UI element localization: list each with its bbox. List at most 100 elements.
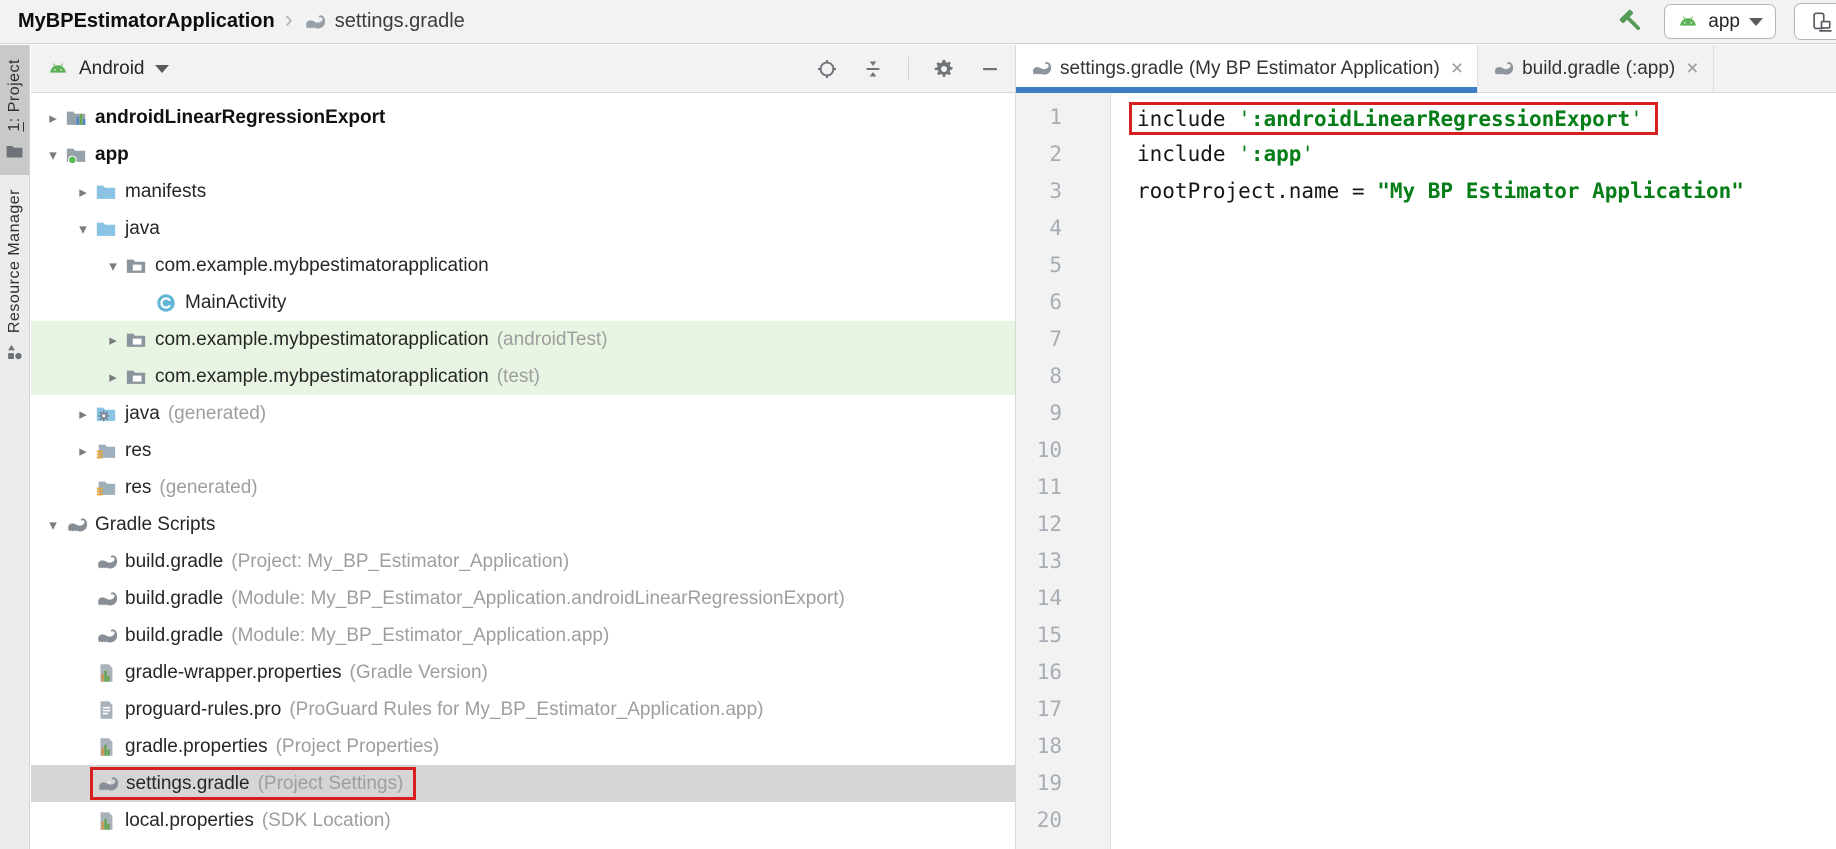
tree-row[interactable]: ▾ app	[31, 136, 1015, 173]
tree-collapsed-arrow-icon[interactable]: ▸	[71, 442, 95, 460]
tree-row[interactable]: ▾ java	[31, 210, 1015, 247]
code-line[interactable]: include ':androidLinearRegressionExport'	[1111, 99, 1836, 136]
tree-expanded-arrow-icon[interactable]: ▾	[41, 516, 65, 534]
tree-row[interactable]: build.gradle (Module: My_BP_Estimator_App…	[31, 580, 1015, 617]
run-configuration-selector[interactable]: app	[1664, 4, 1776, 39]
tree-item-annotation: (generated)	[167, 402, 267, 424]
tree-item-annotation: (SDK Location)	[261, 809, 391, 831]
tree-row[interactable]: MainActivity	[31, 284, 1015, 321]
code-segment: rootProject.name =	[1137, 179, 1378, 203]
tree-row[interactable]: ▾ com.example.mybpestimatorapplication	[31, 247, 1015, 284]
properties-file-icon	[95, 662, 117, 684]
line-number: 3	[1049, 179, 1062, 203]
code-area[interactable]: include ':androidLinearRegressionExport'…	[1111, 93, 1836, 849]
breadcrumb-file[interactable]: settings.gradle	[335, 10, 465, 33]
text-file-icon	[95, 699, 117, 721]
tree-row[interactable]: res (generated)	[31, 469, 1015, 506]
tree-expanded-arrow-icon[interactable]: ▾	[101, 257, 125, 275]
tree-expanded-arrow-icon[interactable]: ▾	[41, 146, 65, 164]
tool-window-project[interactable]: 1: Project	[0, 45, 29, 175]
highlight-box: include ':androidLinearRegressionExport'	[1129, 101, 1658, 135]
tree-row[interactable]: ▸ com.example.mybpestimatorapplication (te…	[31, 358, 1015, 395]
tree-row-content: local.properties (SDK Location)	[95, 804, 391, 837]
code-line[interactable]	[1111, 765, 1836, 802]
project-panel: Android ▸ androidLinearRegressionExport ▾ a…	[31, 45, 1015, 849]
tree-row-content: androidLinearRegressionExport	[65, 101, 385, 134]
collapse-all-icon[interactable]	[862, 58, 884, 80]
breadcrumb: MyBPEstimatorApplication › settings.grad…	[18, 8, 465, 33]
tree-expanded-arrow-icon[interactable]: ▾	[71, 220, 95, 238]
tree-item-label: MainActivity	[185, 291, 287, 313]
editor-tab[interactable]: build.gradle (:app) ×	[1478, 45, 1714, 92]
tree-row[interactable]: gradle-wrapper.properties (Gradle Version…	[31, 654, 1015, 691]
code-line[interactable]: rootProject.name = "My BP Estimator Appl…	[1111, 173, 1836, 210]
tree-row[interactable]: build.gradle (Module: My_BP_Estimator_App…	[31, 617, 1015, 654]
code-line[interactable]	[1111, 728, 1836, 765]
tree-row[interactable]: ▸ androidLinearRegressionExport	[31, 99, 1015, 136]
tree-row[interactable]: ▸ manifests	[31, 173, 1015, 210]
tree-item-annotation: (Project Settings)	[257, 772, 404, 794]
res-folder-icon	[95, 477, 117, 499]
tree-row[interactable]: proguard-rules.pro (ProGuard Rules for My…	[31, 691, 1015, 728]
hide-panel-icon[interactable]	[979, 58, 1001, 80]
code-line[interactable]	[1111, 469, 1836, 506]
code-line[interactable]	[1111, 691, 1836, 728]
tree-item-label: proguard-rules.pro	[125, 698, 282, 720]
tool-window-resource-manager[interactable]: Resource Manager	[0, 175, 29, 376]
tree-collapsed-arrow-icon[interactable]: ▸	[71, 183, 95, 201]
tree-row[interactable]: ▸ java (generated)	[31, 395, 1015, 432]
code-line[interactable]	[1111, 506, 1836, 543]
gradle-icon	[303, 11, 325, 33]
editor-tab[interactable]: settings.gradle (My BP Estimator Applica…	[1016, 45, 1479, 93]
project-tree: ▸ androidLinearRegressionExport ▾ app ▸ manif…	[31, 93, 1015, 849]
code-line[interactable]	[1111, 580, 1836, 617]
line-number: 12	[1036, 512, 1062, 536]
tree-collapsed-arrow-icon[interactable]: ▸	[41, 109, 65, 127]
tree-row[interactable]: ▸ res	[31, 432, 1015, 469]
line-number: 10	[1036, 438, 1062, 462]
folder-icon	[5, 142, 24, 161]
line-number: 7	[1049, 327, 1062, 351]
tab-close-icon[interactable]: ×	[1686, 57, 1698, 81]
folder-icon	[95, 218, 117, 240]
code-line[interactable]	[1111, 247, 1836, 284]
tree-row[interactable]: gradle.properties (Project Properties)	[31, 728, 1015, 765]
project-view-selector[interactable]: Android	[47, 58, 169, 80]
tree-collapsed-arrow-icon[interactable]: ▸	[101, 331, 125, 349]
code-line[interactable]: include ':app'	[1111, 136, 1836, 173]
tree-collapsed-arrow-icon[interactable]: ▸	[101, 368, 125, 386]
tree-item-label: build.gradle	[125, 587, 224, 609]
code-line[interactable]	[1111, 358, 1836, 395]
tree-row[interactable]: ▾ Gradle Scripts	[31, 506, 1015, 543]
build-hammer-icon[interactable]	[1618, 8, 1646, 36]
code-line[interactable]	[1111, 210, 1836, 247]
locate-file-icon[interactable]	[816, 58, 838, 80]
tab-close-icon[interactable]: ×	[1451, 57, 1463, 81]
code-line[interactable]	[1111, 543, 1836, 580]
tree-row[interactable]: build.gradle (Project: My_BP_Estimator_Ap…	[31, 543, 1015, 580]
line-number: 14	[1036, 586, 1062, 610]
running-devices-button[interactable]	[1794, 3, 1836, 40]
code-line[interactable]	[1111, 432, 1836, 469]
code-segment: '	[1630, 106, 1643, 131]
gradle-icon	[95, 551, 117, 573]
properties-file-icon	[95, 736, 117, 758]
tree-row-content: app	[65, 138, 129, 171]
tree-row[interactable]: settings.gradle (Project Settings)	[31, 765, 1015, 802]
code-line[interactable]	[1111, 802, 1836, 839]
code-line[interactable]	[1111, 321, 1836, 358]
code-line[interactable]	[1111, 654, 1836, 691]
breadcrumb-project[interactable]: MyBPEstimatorApplication	[18, 10, 275, 33]
code-line[interactable]	[1111, 617, 1836, 654]
gradle-icon	[96, 773, 118, 795]
code-line[interactable]	[1111, 395, 1836, 432]
settings-gear-icon[interactable]	[933, 58, 955, 80]
tree-row[interactable]: ▸ com.example.mybpestimatorapplication (an…	[31, 321, 1015, 358]
gradle-icon	[95, 588, 117, 610]
tree-row[interactable]: local.properties (SDK Location)	[31, 802, 1015, 839]
tree-row-content: com.example.mybpestimatorapplication (tes…	[125, 360, 540, 393]
tree-collapsed-arrow-icon[interactable]: ▸	[71, 405, 95, 423]
line-number: 2	[1049, 142, 1062, 166]
breadcrumb-bar: MyBPEstimatorApplication › settings.grad…	[0, 0, 1836, 44]
code-line[interactable]	[1111, 284, 1836, 321]
